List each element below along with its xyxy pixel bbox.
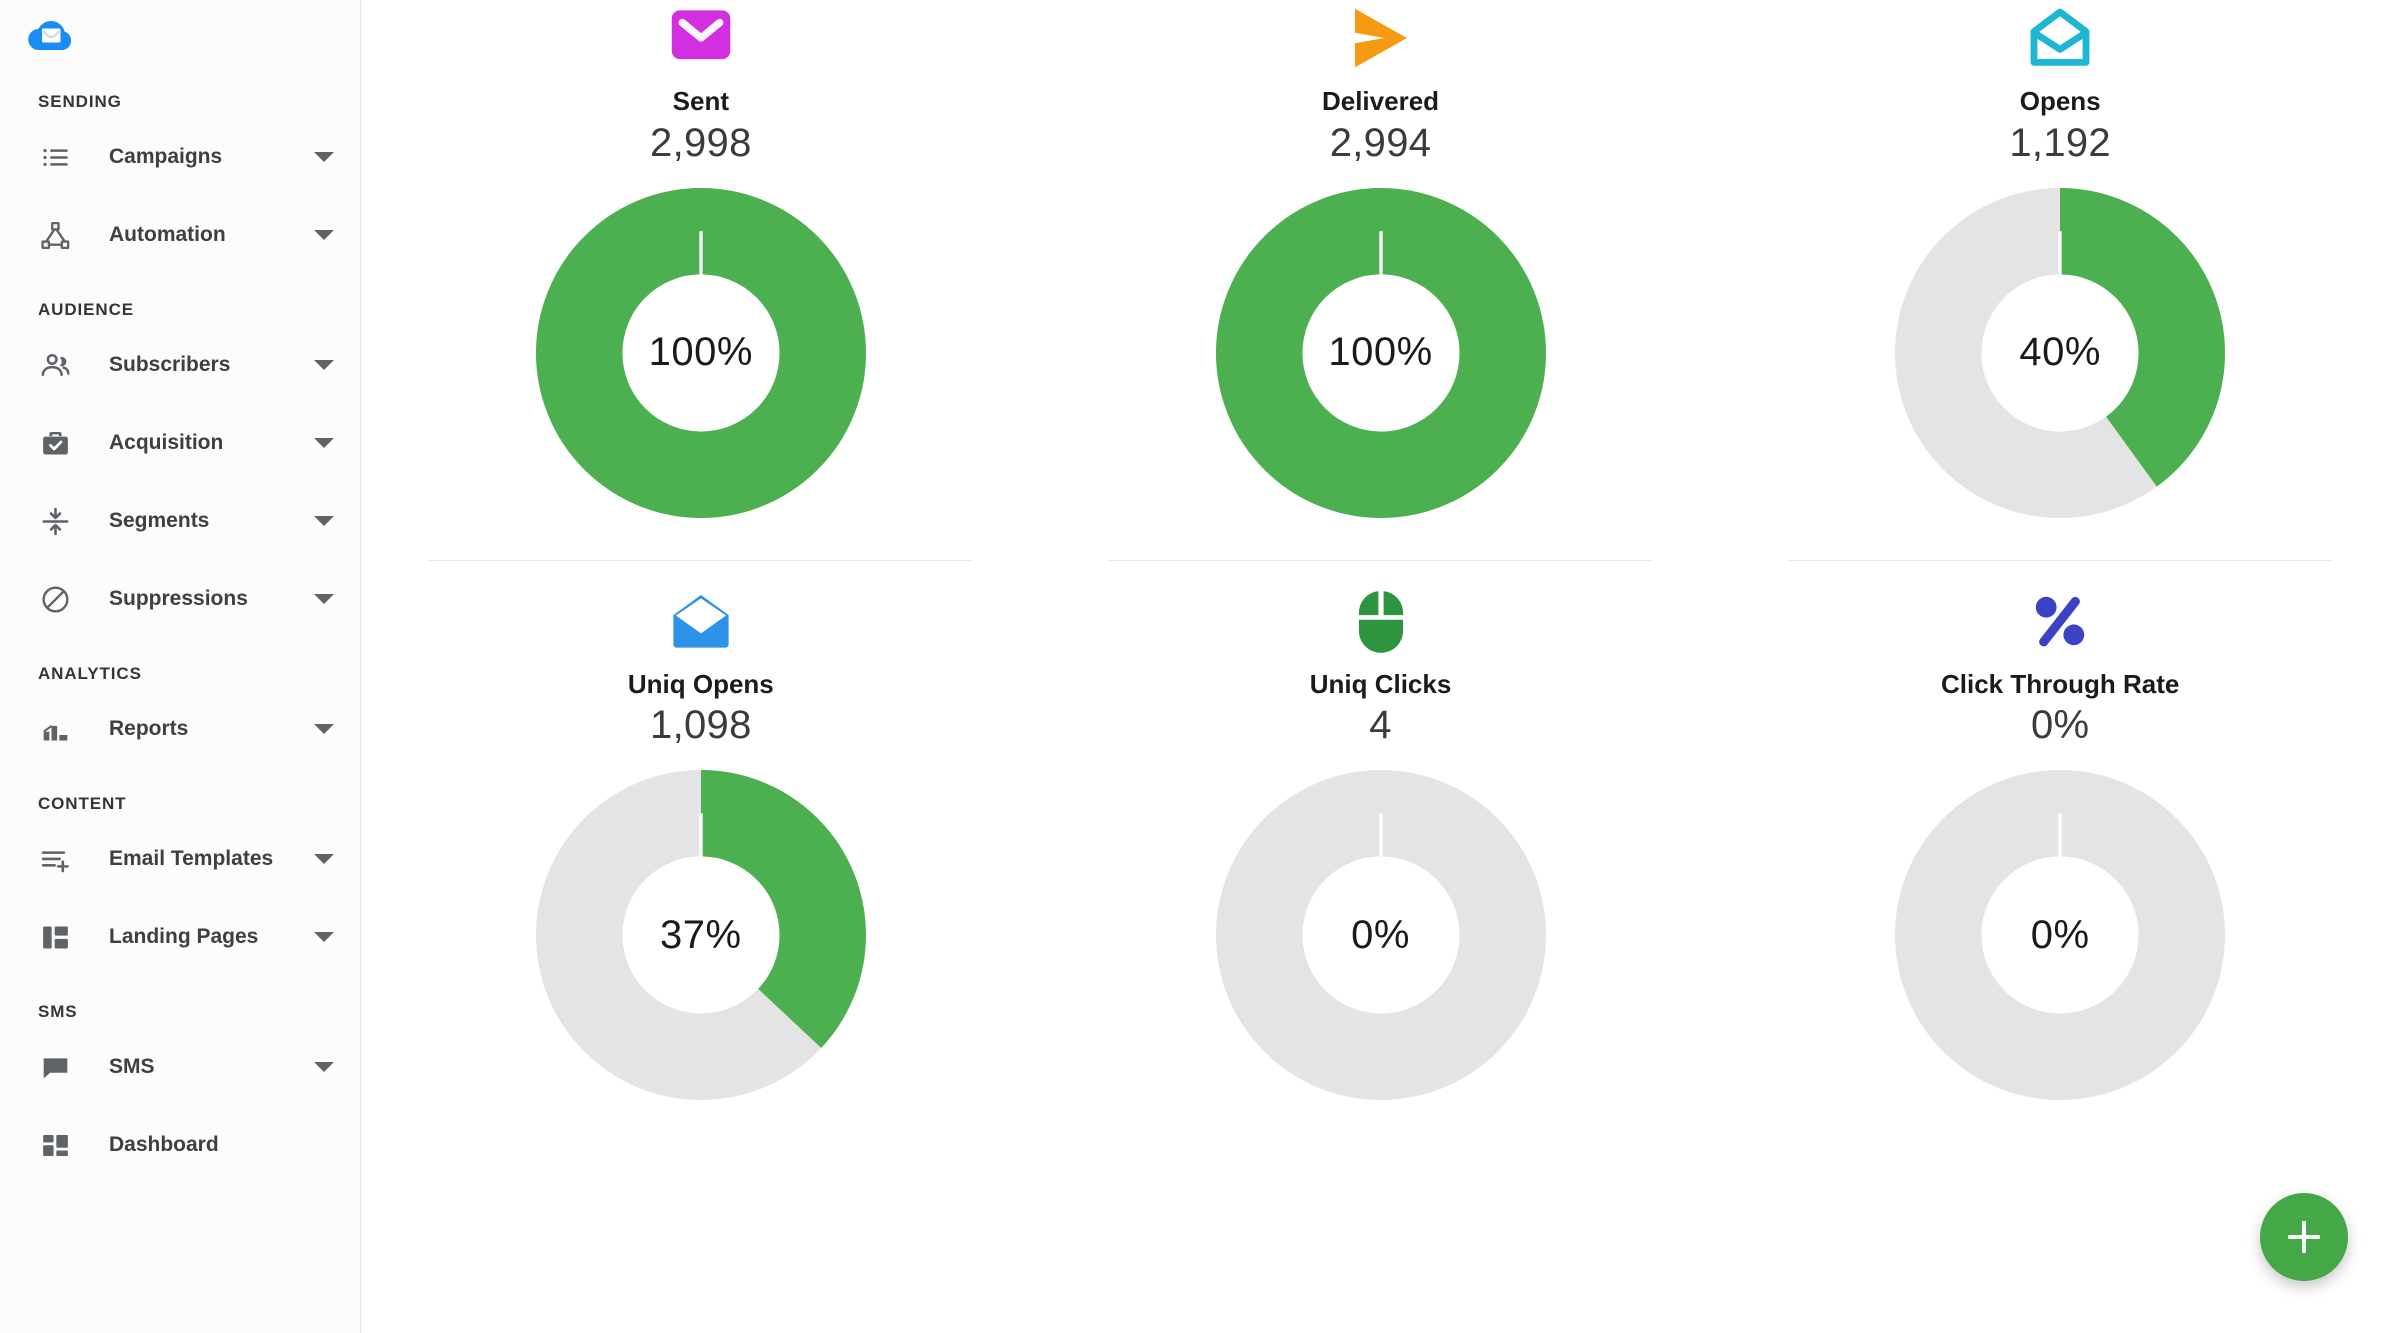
send-plane-icon: [1342, 0, 1420, 76]
sidebar-item-label: Subscribers: [109, 353, 231, 376]
sidebar-item-label: Email Templates: [109, 847, 274, 870]
donut-percent-label: 100%: [648, 330, 753, 375]
sidebar-item-label: Acquisition: [109, 431, 224, 454]
chevron-down-icon[interactable]: [314, 230, 334, 240]
envelope-open-filled-icon: [662, 583, 740, 659]
donut-percent-label: 37%: [660, 912, 742, 957]
envelope-filled-icon: [662, 0, 740, 76]
metric-label: Click Through Rate: [1941, 668, 2180, 699]
metrics-row-top: Sent 2,998 100% Delivered 2,994 100% Ope…: [361, 0, 2400, 518]
donut-chart-delivered: 100%: [1215, 187, 1546, 518]
sidebar-item-campaigns[interactable]: Campaigns: [0, 118, 360, 196]
donut-percent-label: 40%: [2019, 330, 2101, 375]
metric-label: Opens: [2019, 86, 2101, 116]
nav-section-content: CONTENT: [38, 794, 127, 813]
sidebar-item-label: Segments: [109, 509, 210, 532]
metric-label: Uniq Opens: [627, 668, 774, 699]
sidebar-item-landing-pages[interactable]: Landing Pages: [0, 898, 360, 976]
chevron-down-icon[interactable]: [314, 724, 334, 734]
donut-chart-sent: 100%: [535, 187, 866, 518]
bar-chart-icon: [38, 712, 72, 746]
sidebar-item-segments[interactable]: Segments: [0, 482, 360, 560]
metric-label: Delivered: [1321, 86, 1440, 116]
layout-columns-icon: [38, 920, 72, 954]
envelope-open-outline-icon: [2021, 0, 2099, 76]
sidebar-item-label: SMS: [109, 1055, 155, 1078]
app-logo[interactable]: [0, 0, 360, 62]
nav-section-analytics: ANALYTICS: [38, 664, 142, 683]
metric-card-sent[interactable]: Sent 2,998 100%: [361, 0, 1041, 518]
mouse-icon: [1342, 583, 1420, 659]
nav-section-sms: SMS: [38, 1002, 78, 1021]
sidebar-item-acquisition[interactable]: Acquisition: [0, 404, 360, 482]
sidebar-item-label: Landing Pages: [109, 925, 259, 948]
dashboard-grid-icon: [38, 1128, 72, 1162]
donut-chart-opens: 40%: [1895, 187, 2226, 518]
sidebar-item-label: Suppressions: [109, 587, 248, 610]
divider-cell: [1720, 559, 2400, 561]
sidebar-item-reports[interactable]: Reports: [0, 690, 360, 768]
metric-card-uniq-clicks[interactable]: Uniq Clicks 4 0%: [1041, 583, 1721, 1101]
add-button[interactable]: [2260, 1193, 2348, 1281]
chevron-down-icon[interactable]: [314, 360, 334, 370]
segments-arrows-icon: [38, 504, 72, 538]
sidebar-item-label: Automation: [109, 223, 226, 246]
chevron-down-icon[interactable]: [314, 152, 334, 162]
donut-percent-label: 100%: [1328, 330, 1433, 375]
donut-chart-uniq-opens: 37%: [535, 770, 866, 1101]
app-root: SENDING Campaigns Automation AUDIENCE Su…: [0, 0, 2400, 1333]
donut-percent-label: 0%: [1351, 912, 1410, 957]
sidebar-item-label: Campaigns: [109, 145, 223, 168]
metric-value: 2,998: [650, 120, 752, 165]
metric-value: 1,098: [650, 703, 752, 748]
metric-card-click-through-rate[interactable]: Click Through Rate 0% 0%: [1720, 583, 2400, 1101]
plus-icon: [2286, 1219, 2322, 1255]
sidebar-item-email-templates[interactable]: Email Templates: [0, 820, 360, 898]
metrics-row-bottom: Uniq Opens 1,098 37% Uniq Clicks 4 0% Cl…: [361, 583, 2400, 1101]
chat-bubble-icon: [38, 1050, 72, 1084]
metric-value: 0%: [2030, 703, 2090, 748]
chevron-down-icon[interactable]: [314, 932, 334, 942]
briefcase-check-icon: [38, 426, 72, 460]
metric-label: Uniq Clicks: [1309, 668, 1452, 699]
main-content: Sent 2,998 100% Delivered 2,994 100% Ope…: [361, 0, 2400, 1333]
automation-flow-icon: [38, 218, 72, 252]
nav-section-audience: AUDIENCE: [38, 300, 134, 319]
metric-value: 1,192: [2009, 120, 2111, 165]
sidebar-item-suppressions[interactable]: Suppressions: [0, 560, 360, 638]
sidebar-item-dashboard[interactable]: Dashboard: [0, 1106, 360, 1184]
chevron-down-icon[interactable]: [314, 516, 334, 526]
sidebar-item-sms[interactable]: SMS: [0, 1028, 360, 1106]
divider-cell: [361, 559, 1041, 561]
people-icon: [38, 348, 72, 382]
donut-chart-uniq-clicks: 0%: [1215, 770, 1546, 1101]
sidebar: SENDING Campaigns Automation AUDIENCE Su…: [0, 0, 361, 1333]
sidebar-item-automation[interactable]: Automation: [0, 196, 360, 274]
cloud-mail-logo-icon: [28, 21, 72, 51]
percent-icon: [2021, 583, 2099, 659]
block-circle-icon: [38, 582, 72, 616]
section-divider: [361, 559, 2400, 561]
chevron-down-icon[interactable]: [314, 438, 334, 448]
metric-card-opens[interactable]: Opens 1,192 40%: [1720, 0, 2400, 518]
metric-card-delivered[interactable]: Delivered 2,994 100%: [1041, 0, 1721, 518]
chevron-down-icon[interactable]: [314, 854, 334, 864]
donut-percent-label: 0%: [2030, 912, 2090, 957]
sidebar-item-label: Dashboard: [109, 1133, 219, 1156]
metric-value: 4: [1369, 703, 1392, 748]
template-plus-icon: [38, 842, 72, 876]
sidebar-item-subscribers[interactable]: Subscribers: [0, 326, 360, 404]
donut-chart-click-through-rate: 0%: [1895, 770, 2226, 1101]
metric-card-uniq-opens[interactable]: Uniq Opens 1,098 37%: [361, 583, 1041, 1101]
chevron-down-icon[interactable]: [314, 594, 334, 604]
list-icon: [38, 140, 72, 174]
sidebar-item-label: Reports: [109, 717, 189, 740]
metric-label: Sent: [672, 86, 729, 116]
metric-value: 2,994: [1329, 120, 1432, 165]
chevron-down-icon[interactable]: [314, 1062, 334, 1072]
divider-cell: [1041, 559, 1721, 561]
nav-section-sending: SENDING: [38, 92, 122, 111]
